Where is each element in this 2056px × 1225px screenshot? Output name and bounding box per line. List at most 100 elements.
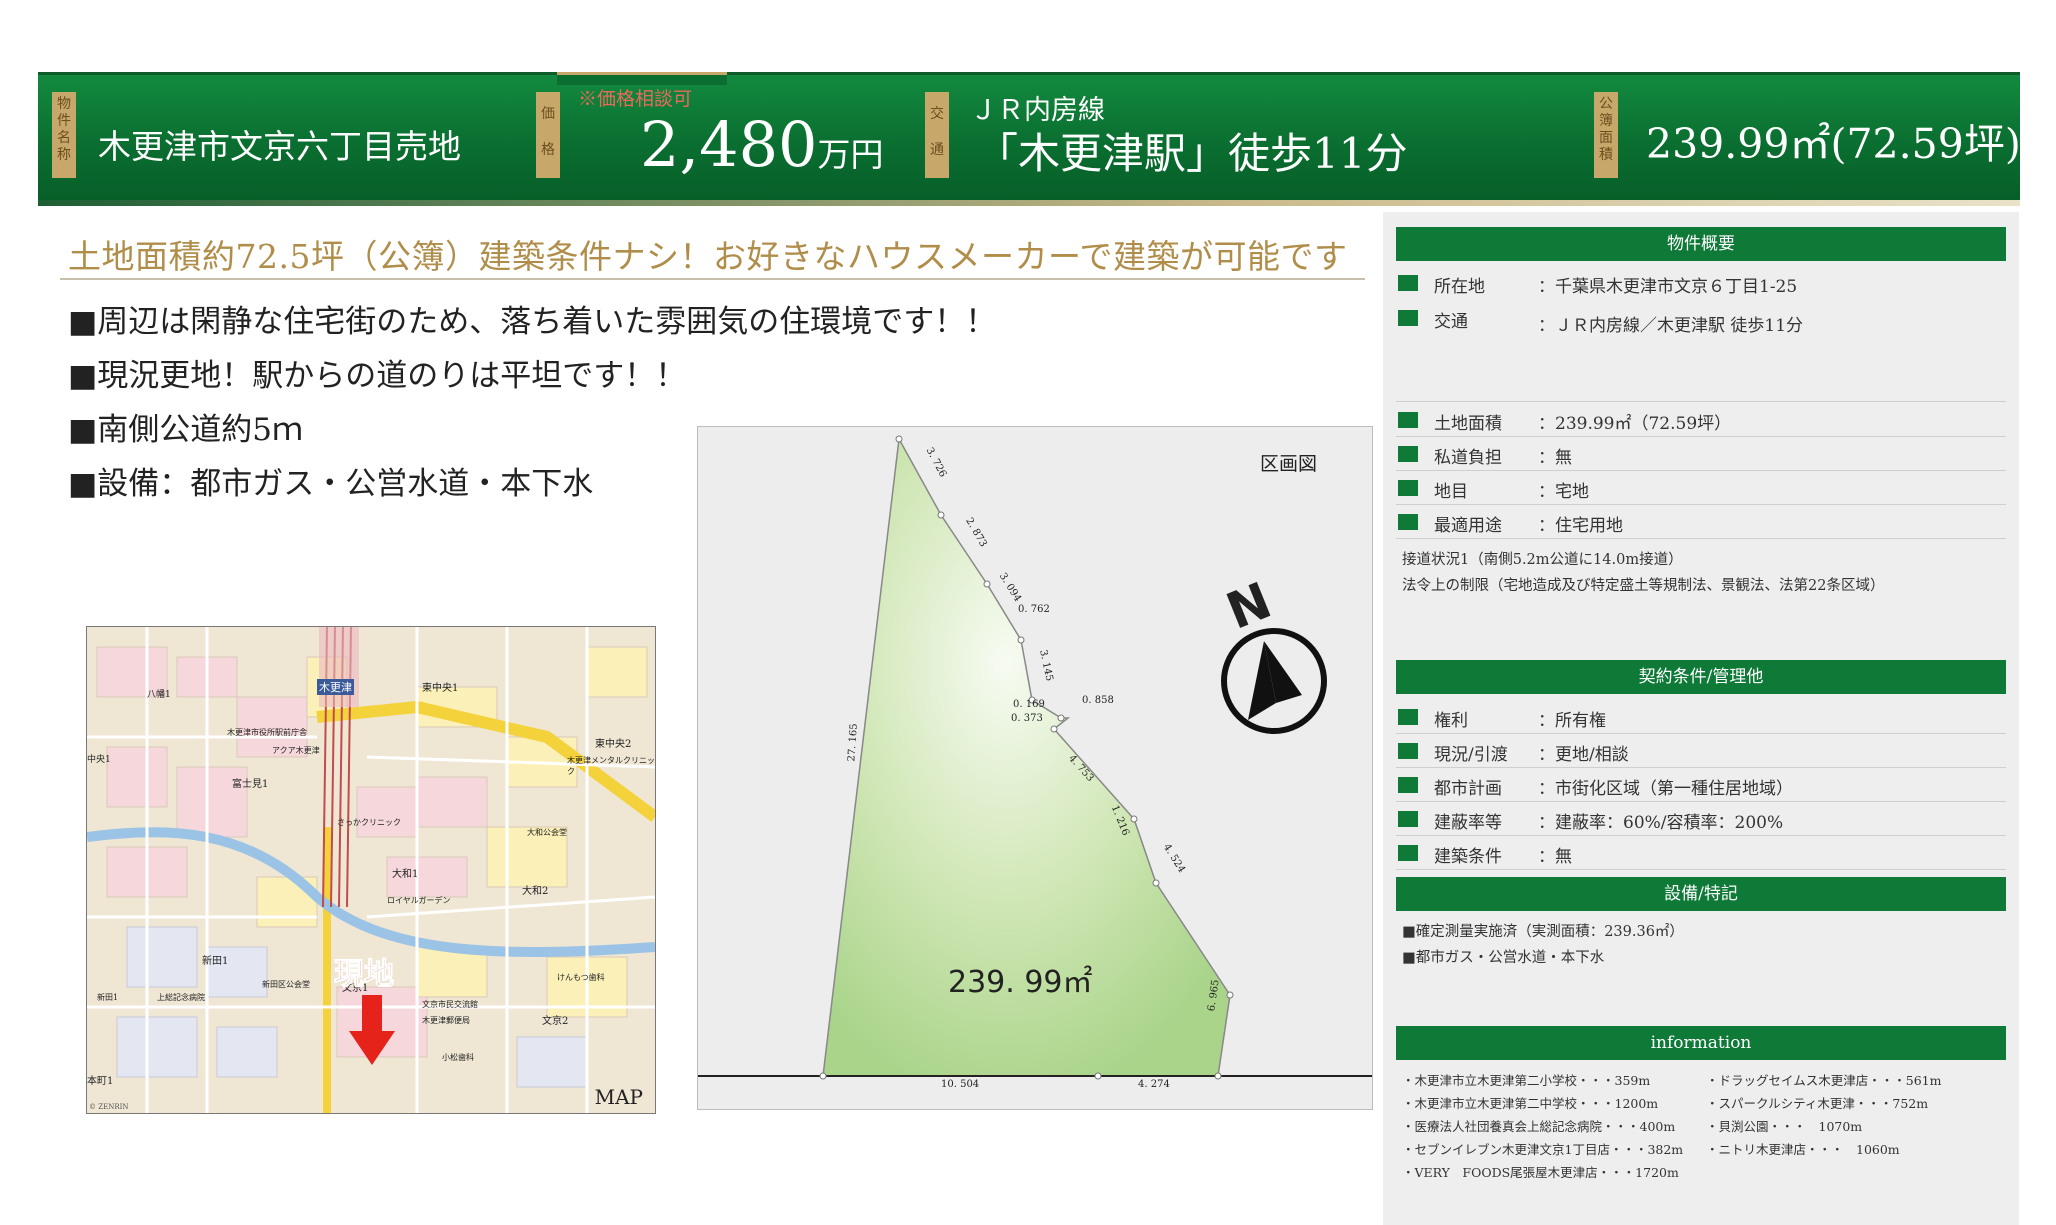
map-label: ロイヤルガーデン bbox=[387, 896, 451, 905]
map-label: 上総記念病院 bbox=[157, 993, 205, 1002]
price-unit: 万円 bbox=[817, 135, 884, 174]
summary-row: 地目 ：宅地 bbox=[1396, 471, 2006, 505]
map-label: 東中央1 bbox=[422, 683, 459, 694]
row-label: 建築条件 bbox=[1434, 847, 1502, 867]
catch-copy: 土地面積約72.5坪（公簿）建築条件ナシ！お好きなハウスメーカーで建築が可能です bbox=[68, 237, 1348, 276]
row-value: ：所有権 bbox=[1538, 711, 1606, 731]
summary-header: 物件概要 bbox=[1396, 227, 2006, 261]
summary-row: 私道負担 ：無 bbox=[1396, 437, 2006, 471]
row-marker bbox=[1398, 412, 1418, 428]
price-label: 価格 bbox=[536, 92, 560, 178]
row-label: 私道負担 bbox=[1434, 448, 1502, 468]
information-header: information bbox=[1396, 1026, 2006, 1060]
nearby-facility: ・ドラッグセイムス木更津店・・・561m bbox=[1706, 1073, 1942, 1088]
map-label: 富士見1 bbox=[232, 779, 269, 790]
row-marker bbox=[1398, 275, 1418, 291]
map-label: 大和公会堂 bbox=[527, 828, 567, 837]
plot-plan-drawing bbox=[698, 435, 1372, 1080]
dimension-label: 0. 762 bbox=[1018, 604, 1050, 615]
row-label: 地目 bbox=[1434, 482, 1468, 502]
map-label-station: 木更津 bbox=[317, 679, 354, 695]
map-label: 本町1 bbox=[87, 1076, 114, 1087]
plot-title: 区画図 bbox=[1260, 453, 1318, 475]
contract-header: 契約条件/管理他 bbox=[1396, 660, 2006, 694]
row-marker bbox=[1398, 514, 1418, 530]
map-label: 木更津市役所駅前庁舎 bbox=[227, 728, 307, 737]
row-value: ：宅地 bbox=[1538, 482, 1589, 502]
feature-bullet: ■現況更地！駅からの道のりは平坦です！！ bbox=[68, 358, 687, 394]
map-label: 木更津郵便局 bbox=[422, 1016, 470, 1025]
row-value: ：市街化区域（第一種住居地域） bbox=[1538, 779, 1793, 799]
row-label: 現況/引渡 bbox=[1434, 745, 1508, 765]
nearby-facility: ・木更津市立木更津第二中学校・・・1200m bbox=[1402, 1096, 1659, 1111]
map-label: 小松歯科 bbox=[442, 1053, 474, 1062]
feature-bullet: ■設備：都市ガス・公営水道・本下水 bbox=[68, 466, 594, 502]
feature-bullet: ■南側公道約5ｍ bbox=[68, 412, 304, 448]
map-label: 文京2 bbox=[542, 1016, 569, 1027]
price-note: ※価格相談可 bbox=[578, 88, 693, 110]
contract-row: 権利 ：所有権 bbox=[1396, 700, 2006, 734]
row-marker bbox=[1398, 811, 1418, 827]
dimension-label: 10. 504 bbox=[941, 1079, 980, 1090]
row-value: ：住宅用地 bbox=[1538, 516, 1623, 536]
dimension-label: 0. 373 bbox=[1011, 713, 1043, 724]
map-label: けんもつ歯科 bbox=[557, 973, 605, 982]
access-label: 交通 bbox=[925, 92, 949, 178]
plot-plan: 区画図 239. 99㎡ N 3. 726 2. 873 3. 094 0. 7… bbox=[697, 426, 1373, 1110]
row-marker bbox=[1398, 777, 1418, 793]
location-map[interactable]: 木更津 東中央1 東中央2 富士見1 大和1 大和2 新田1 文京1 文京2 本… bbox=[86, 626, 656, 1114]
legal-restriction-note: 法令上の制限（宅地造成及び特定盛土等規制法、景観法、法第22条区域） bbox=[1402, 578, 1885, 594]
current-location-label: 現地 bbox=[334, 957, 395, 993]
plot-area: 239. 99㎡ bbox=[948, 965, 1093, 1000]
row-value: ：千葉県木更津市文京６丁目1-25 bbox=[1538, 277, 1798, 297]
road-access-note: 接道状況1（南側5.2m公道に14.0m接道） bbox=[1402, 552, 1683, 568]
map-label: アクア木更津 bbox=[272, 746, 320, 755]
row-value: ：ＪＲ内房線／木更津駅 徒歩11分 bbox=[1538, 316, 1804, 336]
map-label: さっかクリニック bbox=[337, 818, 401, 827]
access-station: 「木更津駅」徒歩11分 bbox=[976, 129, 1408, 178]
map-label: 新田区公会堂 bbox=[262, 980, 310, 989]
map-label: 木更津メンタルクリニック bbox=[567, 756, 655, 776]
price-number: 2,480 bbox=[640, 108, 818, 181]
equipment-item: ■確定測量実施済（実測面積：239.36㎡） bbox=[1402, 924, 1684, 940]
contract-row: 現況/引渡 ：更地/相談 bbox=[1396, 734, 2006, 768]
equipment-item: ■都市ガス・公営水道・本下水 bbox=[1402, 950, 1605, 966]
nearby-facility: ・貝渕公園・・・ 1070m bbox=[1706, 1119, 1863, 1134]
nearby-facility: ・ニトリ木更津店・・・ 1060m bbox=[1706, 1142, 1900, 1157]
row-value: ：更地/相談 bbox=[1538, 745, 1629, 765]
catch-underline bbox=[60, 278, 1365, 280]
row-label: 都市計画 bbox=[1434, 779, 1502, 799]
equipment-header: 設備/特記 bbox=[1396, 877, 2006, 911]
map-label: 大和1 bbox=[392, 869, 419, 880]
contract-row: 建蔽率等 ：建蔽率：60%/容積率：200% bbox=[1396, 802, 2006, 836]
nearby-facility: ・医療法人社団養真会上総記念病院・・・400m bbox=[1402, 1119, 1676, 1134]
summary-row: 土地面積 ：239.99㎡（72.59坪） bbox=[1396, 403, 2006, 437]
map-label: 文京市民交流館 bbox=[422, 1000, 478, 1009]
map-label: 新田1 bbox=[97, 993, 119, 1002]
compass-icon bbox=[1221, 628, 1327, 734]
map-caption: MAP bbox=[594, 1085, 643, 1109]
map-label: 東中央2 bbox=[595, 739, 632, 750]
map-label: 中央1 bbox=[87, 755, 111, 765]
row-marker bbox=[1398, 446, 1418, 462]
map-label: 大和2 bbox=[522, 886, 549, 897]
row-label: 交通 bbox=[1434, 312, 1468, 332]
nearby-facility: ・木更津市立木更津第二小学校・・・359m bbox=[1402, 1073, 1651, 1088]
property-name: 木更津市文京六丁目売地 bbox=[98, 127, 461, 166]
price-value: 2,480万円 bbox=[640, 108, 884, 181]
area-value: 239.99㎡(72.59坪) bbox=[1646, 120, 2021, 168]
row-value: ：無 bbox=[1538, 847, 1572, 867]
nearby-facility: ・VERY FOODS尾張屋木更津店・・・1720m bbox=[1402, 1165, 1679, 1180]
map-label: 新田1 bbox=[202, 956, 229, 967]
row-value: ：無 bbox=[1538, 448, 1572, 468]
dimension-label: 4. 274 bbox=[1138, 1079, 1170, 1090]
row-label: 最適用途 bbox=[1434, 516, 1502, 536]
row-value: ：239.99㎡（72.59坪） bbox=[1538, 414, 1732, 434]
map-copyright: © ZENRIN bbox=[89, 1103, 129, 1111]
name-label: 物件名称 bbox=[52, 92, 76, 178]
row-marker bbox=[1398, 480, 1418, 496]
row-label: 所在地 bbox=[1434, 277, 1485, 297]
header-divider bbox=[38, 200, 2020, 206]
nearby-facility: ・スパークルシティ木更津・・・752m bbox=[1706, 1096, 1929, 1111]
feature-bullet: ■周辺は閑静な住宅街のため、落ち着いた雰囲気の住環境です！！ bbox=[68, 304, 997, 340]
